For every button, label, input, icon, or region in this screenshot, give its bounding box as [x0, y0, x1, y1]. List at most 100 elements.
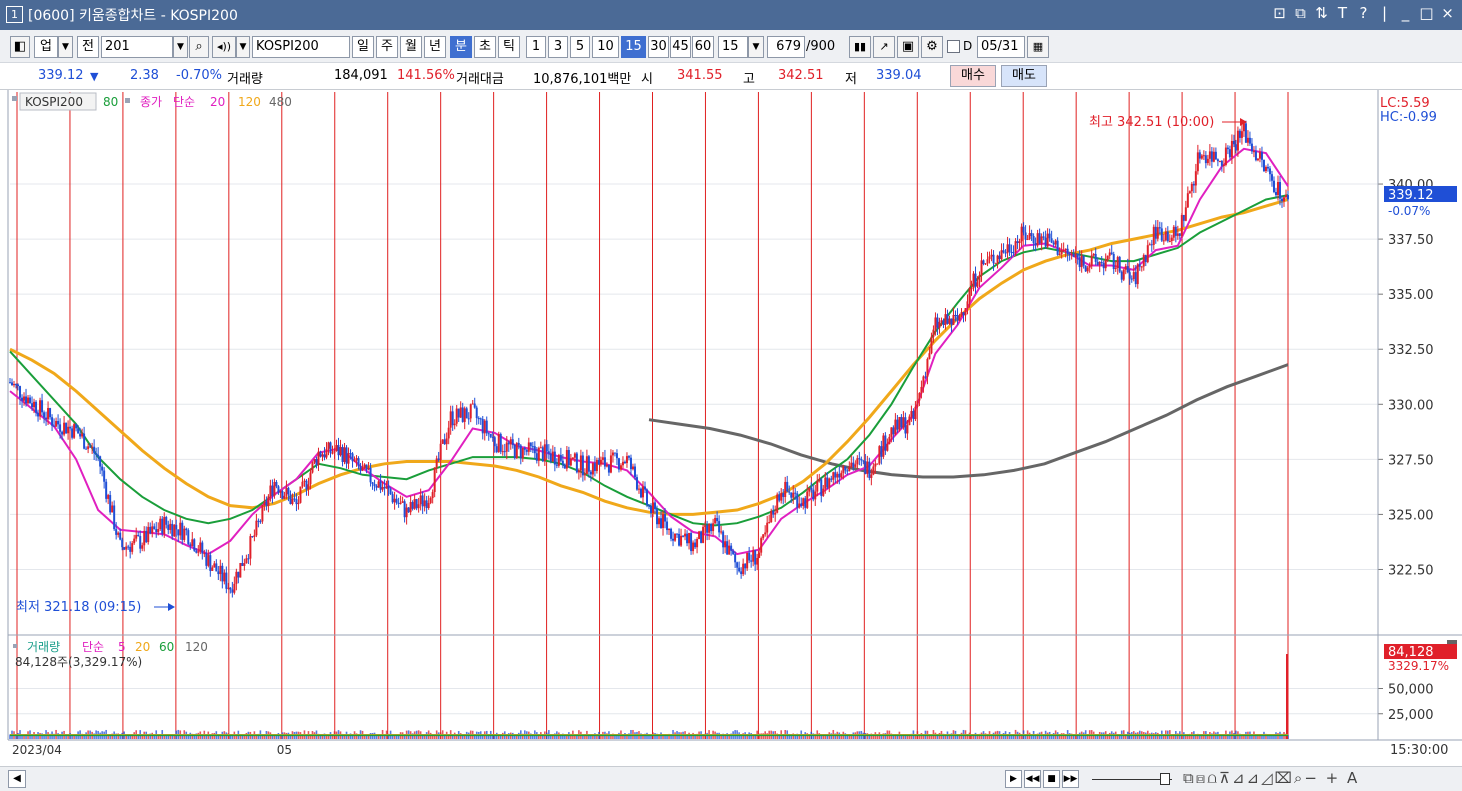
candle-body [678, 533, 681, 546]
sell-button[interactable]: 매도 [1001, 65, 1047, 87]
interval-1-button[interactable]: 1 [526, 36, 546, 58]
legend-handle-icon[interactable] [12, 96, 17, 101]
buy-button[interactable]: 매수 [950, 65, 996, 87]
screen-menu-icon[interactable]: ◧ [10, 36, 30, 58]
save-icon[interactable]: ▣ [897, 36, 919, 58]
period-month-button[interactable]: 월 [400, 36, 422, 58]
candle-body [591, 463, 594, 475]
stop-icon[interactable]: ■ [1043, 770, 1060, 788]
drawing-tools[interactable]: ⧉⧈⩍⊼⊿⊿◿⌧⌕− + A [1183, 769, 1359, 787]
candle-body [878, 446, 881, 464]
calendar-icon[interactable]: ▦ [1027, 36, 1049, 58]
interval-45-button[interactable]: 45 [670, 36, 691, 58]
candle-body [371, 482, 374, 484]
candle-body [1218, 160, 1221, 162]
candle-body [111, 505, 114, 513]
rewind-icon[interactable]: ◀◀ [1024, 770, 1041, 788]
candle-type-icon[interactable]: ▮▮ [849, 36, 871, 58]
legend-handle-icon[interactable] [125, 98, 130, 103]
code-dropdown-icon[interactable]: ▼ [173, 36, 188, 58]
period-day-button[interactable]: 일 [352, 36, 374, 58]
legend-handle-icon[interactable] [13, 644, 17, 648]
chevron-down-icon[interactable]: ▼ [58, 36, 73, 58]
window-copy-icon[interactable]: ⧉ [1292, 4, 1309, 22]
date-input[interactable]: 05/31 [977, 36, 1025, 58]
line-tool-icon[interactable]: ↗ [873, 36, 895, 58]
close-icon[interactable]: × [1439, 4, 1456, 22]
candle-body [573, 453, 576, 458]
market-select[interactable]: 업 [34, 36, 58, 58]
fast-forward-icon[interactable]: ▶▶ [1062, 770, 1079, 788]
layout-icon[interactable]: ⊡ [1271, 4, 1288, 22]
gear-icon[interactable]: ⚙ [921, 36, 943, 58]
interval-dropdown-icon[interactable]: ▼ [748, 36, 764, 58]
candle-body [1114, 268, 1117, 270]
period-second-button[interactable]: 초 [474, 36, 496, 58]
interval-5-button[interactable]: 5 [570, 36, 590, 58]
speaker-icon[interactable]: ◂)) [212, 36, 236, 58]
candle-body [335, 445, 338, 451]
candle-body [888, 436, 891, 445]
candle-body [187, 530, 190, 545]
quote-bar: 339.12 ▼ 2.38 -0.70% 거래량 184,091 141.56%… [0, 63, 1462, 90]
candle-body [1222, 164, 1225, 166]
candle-body [714, 518, 717, 524]
candle-body [1148, 244, 1151, 246]
search-icon[interactable]: ⌕ [189, 36, 209, 58]
help-icon[interactable]: ? [1355, 4, 1372, 22]
interval-input[interactable]: 15 [718, 36, 748, 58]
scroll-left-icon[interactable]: ◀ [8, 770, 26, 788]
chart-area[interactable]: 340.00 337.50 335.00 332.50 330.00 327.50 325.… [0, 90, 1462, 766]
period-year-button[interactable]: 년 [424, 36, 446, 58]
candle-body [796, 493, 799, 508]
interval-30-button[interactable]: 30 [648, 36, 669, 58]
link-icon[interactable]: ⇅ [1313, 4, 1330, 22]
interval-10-button[interactable]: 10 [592, 36, 619, 58]
separator: | [1381, 4, 1388, 22]
candle-body [531, 446, 534, 448]
candle-body [67, 426, 70, 434]
period-minute-button[interactable]: 분 [450, 36, 472, 58]
candle-body [485, 420, 488, 434]
candle-body [978, 275, 981, 283]
minimize-icon[interactable]: _ [1397, 4, 1414, 22]
candle-body [357, 458, 360, 467]
candle-body [942, 320, 945, 326]
candle-body [808, 487, 811, 492]
maximize-icon[interactable]: □ [1418, 4, 1435, 22]
candle-body [205, 553, 208, 566]
font-icon[interactable]: T [1334, 4, 1351, 22]
candle-body [1198, 152, 1201, 159]
candle-body [523, 447, 526, 450]
volume-bar [822, 735, 825, 739]
code-input[interactable]: 201 [101, 36, 173, 58]
zoom-slider-thumb[interactable] [1160, 773, 1170, 785]
candle-body [497, 433, 500, 453]
candle-body [373, 483, 376, 487]
candle-body [411, 502, 414, 509]
candle-body [323, 454, 326, 458]
speaker-dropdown-icon[interactable]: ▼ [236, 36, 250, 58]
candle-body [311, 462, 314, 473]
candle-body [597, 460, 600, 465]
window-number-badge[interactable]: 1 [6, 6, 23, 23]
candle-body [1202, 155, 1205, 157]
interval-3-button[interactable]: 3 [548, 36, 568, 58]
low-annotation: 최저 321.18 (09:15) [16, 600, 141, 615]
bar-count-input[interactable]: 679 [767, 36, 805, 58]
play-icon[interactable]: ▶ [1005, 770, 1022, 788]
candle-body [804, 498, 807, 508]
candle-body [21, 397, 24, 401]
prev-button[interactable]: 전 [77, 36, 99, 58]
candle-body [237, 571, 240, 578]
candle-body [1190, 183, 1193, 192]
period-week-button[interactable]: 주 [376, 36, 398, 58]
date-checkbox[interactable] [947, 40, 960, 53]
interval-60-button[interactable]: 60 [692, 36, 714, 58]
price-volume-chart[interactable]: 340.00337.50335.00332.50330.00327.50325.… [0, 90, 1462, 766]
candle-body [361, 467, 364, 471]
period-tick-button[interactable]: 틱 [498, 36, 520, 58]
volume-bar [127, 735, 129, 739]
candle-body [718, 521, 721, 533]
interval-15-button[interactable]: 15 [621, 36, 646, 58]
